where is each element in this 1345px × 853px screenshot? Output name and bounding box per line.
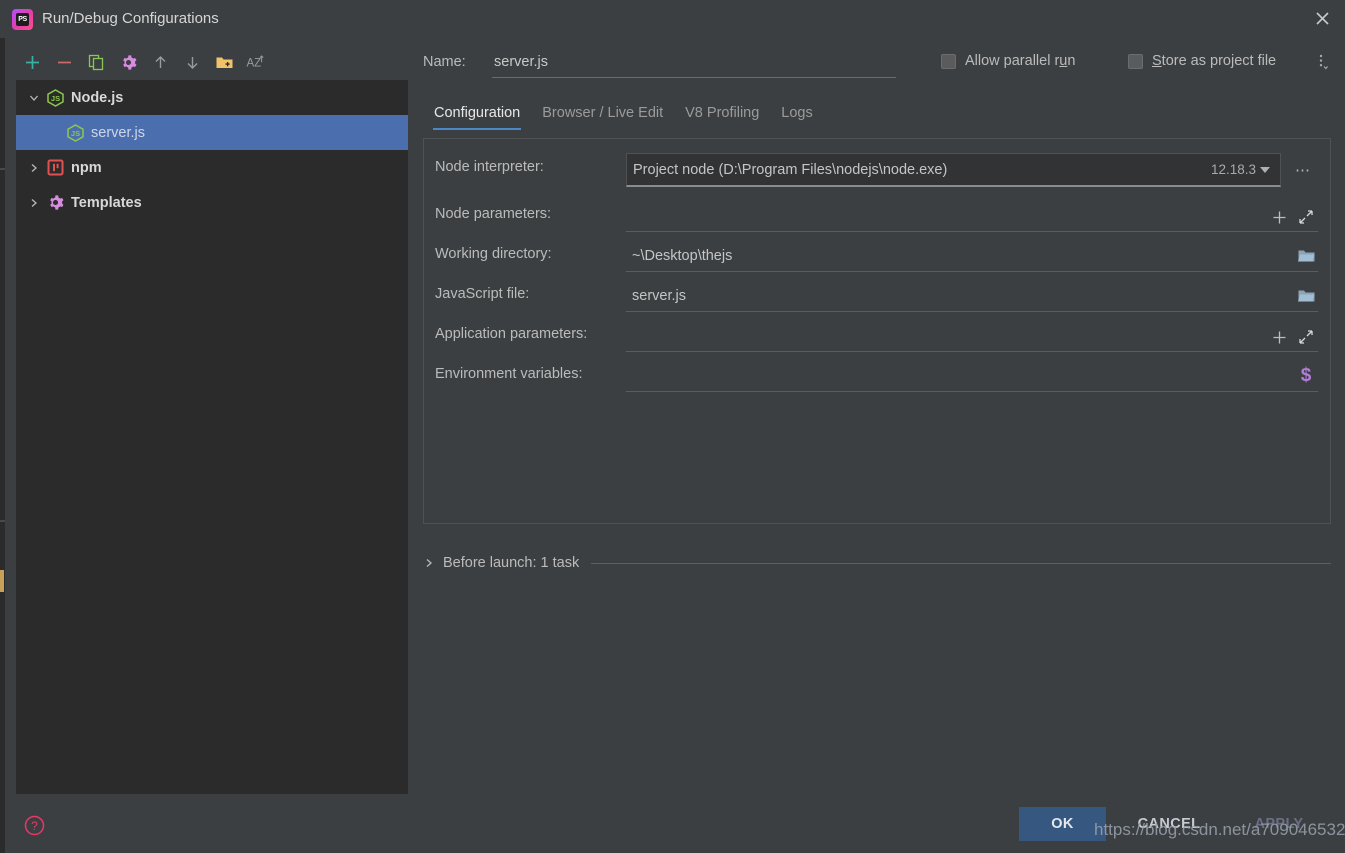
tree-item-label: server.js <box>91 125 145 141</box>
field-row-working-directory: Working directory: ~\Desktop\thejs <box>424 236 1332 276</box>
environment-variables-input[interactable] <box>626 360 1318 392</box>
node-interpreter-combo[interactable]: Project node (D:\Program Files\nodejs\no… <box>626 153 1281 187</box>
field-row-javascript-file: JavaScript file: server.js <box>424 276 1332 316</box>
field-row-environment-variables: Environment variables: $ <box>424 356 1332 396</box>
name-label: Name: <box>423 54 466 70</box>
javascript-file-label: JavaScript file: <box>435 286 529 302</box>
editor-scroll-marker <box>0 570 4 592</box>
watermark-text: https://blog.csdn.net/a709046532 <box>1094 820 1345 840</box>
tree-item-label: npm <box>71 160 102 176</box>
nodejs-icon: JS <box>66 124 84 142</box>
move-up-button[interactable] <box>144 47 176 77</box>
nodejs-icon: JS <box>46 89 64 107</box>
folder-plus-icon <box>215 54 234 71</box>
add-configuration-button[interactable] <box>16 47 48 77</box>
underlying-editor-strip <box>0 0 5 853</box>
working-directory-folder-icon[interactable] <box>1296 247 1316 265</box>
tree-item-npm[interactable]: npm <box>16 150 408 185</box>
svg-text:?: ? <box>31 819 38 833</box>
svg-text:JS: JS <box>70 129 79 138</box>
svg-text:JS: JS <box>50 94 59 103</box>
working-directory-value: ~\Desktop\thejs <box>626 248 732 264</box>
more-options-icon[interactable] <box>1312 52 1332 72</box>
tab-v8-profiling[interactable]: V8 Profiling <box>674 105 770 130</box>
close-icon[interactable] <box>1299 0 1345 36</box>
tree-item-templates[interactable]: Templates <box>16 185 408 220</box>
application-parameters-input[interactable] <box>626 320 1318 352</box>
node-interpreter-label: Node interpreter: <box>435 159 544 175</box>
remove-configuration-button[interactable] <box>48 47 80 77</box>
phpstorm-logo-text: PS <box>16 13 29 26</box>
configuration-form-panel: Node interpreter: Project node (D:\Progr… <box>423 138 1331 524</box>
chevron-right-icon[interactable] <box>26 195 42 211</box>
tab-browser-live-edit[interactable]: Browser / Live Edit <box>531 105 674 130</box>
store-as-project-file-label: Store as project file <box>1152 53 1276 69</box>
node-parameters-add-icon[interactable] <box>1270 208 1288 226</box>
chevron-down-icon[interactable] <box>26 90 42 106</box>
configurations-tree[interactable]: JS Node.js JS server.js <box>16 80 408 794</box>
window-title: Run/Debug Configurations <box>42 8 219 30</box>
field-row-node-interpreter: Node interpreter: Project node (D:\Progr… <box>424 149 1332 189</box>
allow-parallel-run-label: Allow parallel run <box>965 53 1075 69</box>
environment-variables-macro-icon[interactable]: $ <box>1296 364 1316 388</box>
move-down-button[interactable] <box>176 47 208 77</box>
chevron-down-icon[interactable] <box>1260 167 1270 173</box>
javascript-file-value: server.js <box>626 288 686 304</box>
before-launch-separator <box>591 563 1331 564</box>
minus-icon <box>56 54 73 71</box>
arrow-up-icon <box>152 54 169 71</box>
configurations-toolbar: AZ <box>16 46 408 78</box>
working-directory-label: Working directory: <box>435 246 552 262</box>
checkbox-box <box>1128 54 1143 69</box>
name-input[interactable] <box>492 50 896 78</box>
tree-item-label: Templates <box>71 195 142 211</box>
title-bar: PS Run/Debug Configurations <box>0 0 1345 38</box>
before-launch-label: Before launch: 1 task <box>443 555 579 571</box>
application-parameters-add-icon[interactable] <box>1270 328 1288 346</box>
ok-button[interactable]: OK <box>1019 807 1106 841</box>
working-directory-input[interactable]: ~\Desktop\thejs <box>626 240 1318 272</box>
sort-configurations-button[interactable]: AZ <box>240 47 272 77</box>
phpstorm-logo-icon: PS <box>12 9 33 30</box>
run-debug-configurations-dialog: PS Run/Debug Configurations <box>0 0 1345 853</box>
npm-icon <box>46 159 64 177</box>
new-folder-button[interactable] <box>208 47 240 77</box>
sort-az-icon: AZ <box>246 53 266 71</box>
tree-item-nodejs[interactable]: JS Node.js <box>16 80 408 115</box>
copy-icon <box>87 53 105 71</box>
chevron-right-icon[interactable] <box>26 160 42 176</box>
checkbox-box <box>941 54 956 69</box>
node-parameters-input[interactable] <box>626 200 1318 232</box>
tree-item-server-js[interactable]: JS server.js <box>16 115 408 150</box>
application-parameters-label: Application parameters: <box>435 326 587 342</box>
node-parameters-expand-icon[interactable] <box>1297 208 1315 226</box>
field-row-application-parameters: Application parameters: <box>424 316 1332 356</box>
gear-icon <box>120 54 137 71</box>
tab-configuration[interactable]: Configuration <box>423 105 531 130</box>
edit-templates-button[interactable] <box>112 47 144 77</box>
before-launch-section[interactable]: Before launch: 1 task <box>423 550 1331 576</box>
node-interpreter-browse-button[interactable]: ⋯ <box>1290 153 1316 187</box>
chevron-right-icon[interactable] <box>423 557 435 569</box>
environment-variables-label: Environment variables: <box>435 366 583 382</box>
plus-icon <box>24 54 41 71</box>
node-interpreter-version: 12.18.3 <box>1211 162 1260 177</box>
javascript-file-input[interactable]: server.js <box>626 280 1318 312</box>
javascript-file-folder-icon[interactable] <box>1296 287 1316 305</box>
tab-logs[interactable]: Logs <box>770 105 823 130</box>
application-parameters-expand-icon[interactable] <box>1297 328 1315 346</box>
arrow-down-icon <box>184 54 201 71</box>
svg-text:AZ: AZ <box>247 58 262 70</box>
copy-configuration-button[interactable] <box>80 47 112 77</box>
allow-parallel-run-checkbox[interactable]: Allow parallel run <box>941 53 1075 69</box>
node-parameters-label: Node parameters: <box>435 206 551 222</box>
node-interpreter-value: Project node (D:\Program Files\nodejs\no… <box>627 162 947 178</box>
help-question-icon[interactable]: ? <box>24 815 45 836</box>
gear-icon <box>46 194 64 212</box>
field-row-node-parameters: Node parameters: <box>424 196 1332 236</box>
tree-item-label: Node.js <box>71 90 123 106</box>
store-as-project-file-checkbox[interactable]: Store as project file <box>1128 53 1276 69</box>
configuration-tabs: Configuration Browser / Live Edit V8 Pro… <box>423 98 1331 130</box>
